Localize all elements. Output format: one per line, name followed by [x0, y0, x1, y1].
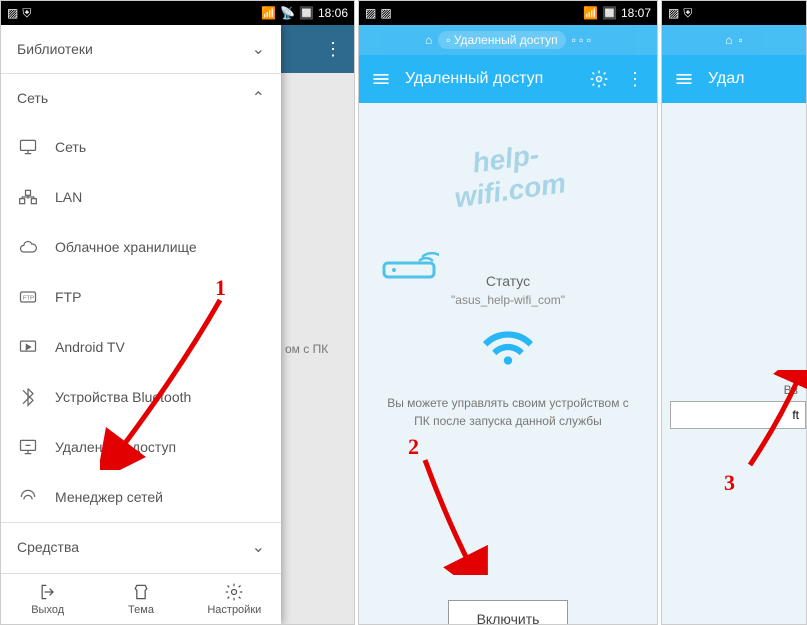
background-text: ом с ПК — [285, 342, 328, 356]
menu-item-bluetooth[interactable]: Устройства Bluetooth — [1, 372, 281, 422]
enable-button[interactable]: Включить — [448, 600, 569, 625]
chevron-down-icon: ⌄ — [252, 39, 265, 59]
chevron-down-icon: ⌄ — [252, 537, 265, 557]
service-description: Вы можете управлять своим устройством с … — [373, 394, 643, 430]
chevron-up-icon: ⌃ — [252, 88, 265, 108]
address-input[interactable]: ft — [670, 401, 806, 429]
tab-icons: ▫ ▫ ▫ — [572, 33, 591, 47]
input-label: Вв — [662, 383, 806, 397]
background-screen: ⋮ ом с ПК — [281, 25, 354, 624]
bottom-settings[interactable]: Настройки — [188, 574, 281, 624]
clock: 18:07 — [621, 6, 651, 20]
signal-icon: 📶 — [261, 6, 276, 20]
notif-icon: ▨ — [365, 6, 376, 20]
wifi-icon — [478, 323, 538, 373]
drawer-panel: Библиотеки ⌄ Сеть ⌃ Сеть LAN Облачное хр… — [1, 25, 281, 624]
notif-icon: ▨ — [7, 6, 18, 20]
phone-screen-2: ▨ ▨ 📶 🔲 18:07 ⌂ ▫ Удаленный доступ ▫ ▫ ▫… — [358, 0, 658, 625]
battery-icon: 🔲 — [299, 6, 314, 20]
remote-access-content: help-wifi.com Статус "asus_help-wifi_com… — [359, 103, 657, 624]
svg-text:FTP: FTP — [23, 296, 34, 302]
status-value: "asus_help-wifi_com" — [373, 293, 643, 307]
section-libraries[interactable]: Библиотеки ⌄ — [1, 25, 281, 73]
toolbar-title: Удаленный доступ — [405, 70, 575, 88]
home-icon[interactable]: ⌂ — [425, 33, 432, 47]
wifi-manager-icon — [17, 486, 39, 508]
gear-icon[interactable] — [587, 67, 611, 91]
menu-item-ftp[interactable]: FTP FTP — [1, 272, 281, 322]
toolbar-title: Удал — [708, 70, 796, 88]
status-bar: ▨ ▨ 📶 🔲 18:07 — [359, 1, 657, 25]
tab-pill[interactable]: ▫ Удаленный доступ — [438, 31, 565, 49]
tv-icon — [17, 336, 39, 358]
bluetooth-icon — [17, 386, 39, 408]
bottom-theme[interactable]: Тема — [94, 574, 187, 624]
menu-item-network[interactable]: Сеть — [1, 122, 281, 172]
overflow-icon[interactable]: ⋮ — [623, 67, 647, 91]
notif-icon: ▨ — [380, 6, 391, 20]
bottom-exit[interactable]: Выход — [1, 574, 94, 624]
bottom-bar: Выход Тема Настройки — [1, 573, 281, 624]
menu-item-cloud[interactable]: Облачное хранилище — [1, 222, 281, 272]
theme-icon — [131, 582, 151, 602]
menu-icon[interactable] — [672, 67, 696, 91]
overflow-icon[interactable]: ⋮ — [324, 39, 342, 60]
shield-icon: ⛨ — [683, 6, 692, 21]
lan-icon — [17, 186, 39, 208]
ftp-icon: FTP — [17, 286, 39, 308]
tab-strip: ⌂ ▫ — [662, 25, 806, 55]
phone-screen-3: ▨ ⛨ ⌂ ▫ Удал Вв ft — [661, 0, 807, 625]
signal-icon: 📶 — [583, 6, 598, 20]
exit-icon — [38, 582, 58, 602]
shield-icon: ⛨ — [22, 6, 31, 21]
tab-icons: ▫ — [738, 33, 742, 47]
status-bar: ▨ ⛨ 📶 📡 🔲 18:06 — [1, 1, 354, 25]
menu-item-androidtv[interactable]: Android TV — [1, 322, 281, 372]
home-icon[interactable]: ⌂ — [725, 33, 732, 47]
remote-icon — [17, 436, 39, 458]
section-tools[interactable]: Средства ⌄ — [1, 523, 281, 571]
menu-icon[interactable] — [369, 67, 393, 91]
menu-item-network-manager[interactable]: Менеджер сетей — [1, 472, 281, 522]
cloud-icon — [17, 236, 39, 258]
wifi-icon: 📡 — [280, 6, 295, 20]
status-bar: ▨ ⛨ — [662, 1, 806, 25]
gear-icon — [224, 582, 244, 602]
phone-screen-1: ▨ ⛨ 📶 📡 🔲 18:06 ⋮ ом с ПК Библиотеки ⌄ С… — [0, 0, 355, 625]
router-icon — [379, 233, 439, 283]
tab-strip: ⌂ ▫ Удаленный доступ ▫ ▫ ▫ — [359, 25, 657, 55]
menu-item-remote-access[interactable]: Удаленный доступ — [1, 422, 281, 472]
content: Вв ft — [662, 103, 806, 624]
section-network[interactable]: Сеть ⌃ — [1, 74, 281, 122]
menu-item-lan[interactable]: LAN — [1, 172, 281, 222]
toolbar: Удал — [662, 55, 806, 103]
notif-icon: ▨ — [668, 6, 679, 20]
watermark: help-wifi.com — [430, 133, 586, 217]
toolbar: Удаленный доступ ⋮ — [359, 55, 657, 103]
battery-icon: 🔲 — [602, 6, 617, 20]
clock: 18:06 — [318, 6, 348, 20]
monitor-icon — [17, 136, 39, 158]
